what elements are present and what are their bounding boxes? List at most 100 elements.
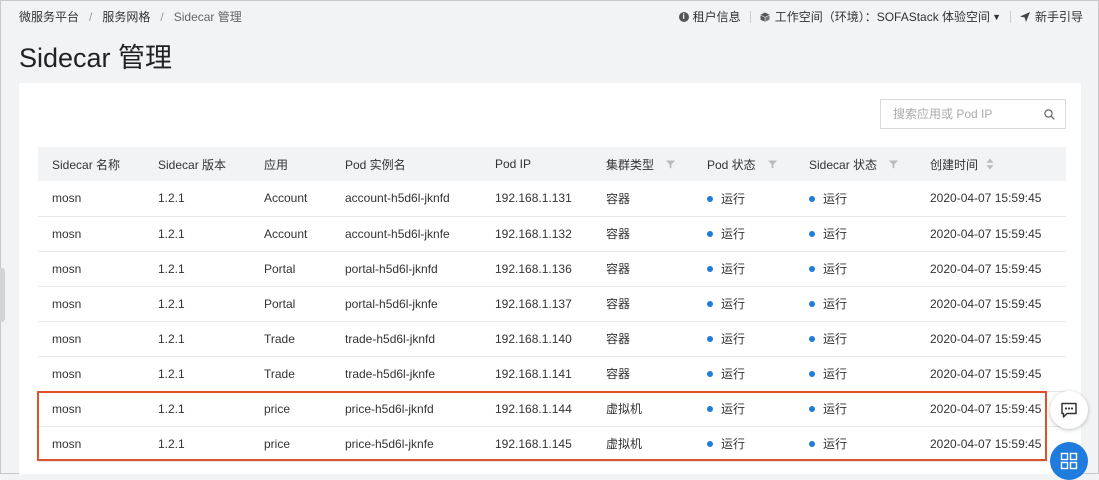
cell-sidecar-status: 运行 [795, 356, 916, 392]
cell-sidecar-status: 运行 [795, 251, 916, 287]
workspace-selector[interactable]: 工作空间（环境）： SOFAStack 体验空间 ▼ [760, 8, 1001, 25]
status-dot-icon [707, 195, 713, 202]
cell-sidecar-version: 1.2.1 [144, 216, 250, 252]
column-header-pod-status: Pod 状态 [693, 147, 795, 181]
cell-pod-name: portal-h5d6l-jknfd [331, 251, 481, 287]
cell-created-time: 2020-04-07 15:59:45 [916, 286, 1066, 322]
apps-icon [1060, 452, 1078, 470]
side-panel-handle[interactable] [0, 268, 5, 322]
status-dot-icon [809, 440, 815, 447]
cell-app: price [250, 391, 331, 427]
column-header-pod-name: Pod 实例名 [331, 147, 481, 181]
cell-sidecar-version: 1.2.1 [144, 391, 250, 427]
cube-icon [760, 12, 770, 22]
cell-sidecar-name: mosn [38, 356, 144, 392]
status-dot-icon [707, 265, 713, 272]
cell-pod-name: portal-h5d6l-jknfe [331, 286, 481, 322]
cell-pod-ip: 192.168.1.141 [481, 356, 592, 392]
cell-cluster-type: 容器 [592, 181, 693, 217]
cell-pod-status: 运行 [693, 391, 795, 427]
column-header-pod-ip: Pod IP [481, 147, 592, 181]
tenant-info-link[interactable]: i 租户信息 [678, 8, 741, 25]
status-dot-icon [809, 265, 815, 272]
cell-pod-status: 运行 [693, 181, 795, 217]
table-row[interactable]: mosn 1.2.1 Account account-h5d6l-jknfe 192.1… [38, 216, 1066, 252]
cell-pod-ip: 192.168.1.144 [481, 391, 592, 427]
status-dot-icon [809, 405, 815, 412]
breadcrumb-separator: / [160, 9, 164, 24]
cell-pod-ip: 192.168.1.145 [481, 426, 592, 462]
status-dot-icon [707, 300, 713, 307]
cell-app: Portal [250, 286, 331, 322]
breadcrumb: 微服务平台 / 服务网格 / Sidecar 管理 [19, 8, 242, 25]
cell-created-time: 2020-04-07 15:59:45 [916, 321, 1066, 357]
cell-sidecar-version: 1.2.1 [144, 251, 250, 287]
cell-sidecar-version: 1.2.1 [144, 356, 250, 392]
breadcrumb-item-service-mesh[interactable]: 服务网格 [102, 8, 150, 25]
column-header-sidecar-name: Sidecar 名称 [38, 147, 144, 181]
breadcrumb-separator: / [89, 9, 93, 24]
cell-pod-name: account-h5d6l-jknfe [331, 216, 481, 252]
column-header-app: 应用 [250, 147, 331, 181]
cell-sidecar-name: mosn [38, 216, 144, 252]
table-row[interactable]: mosn 1.2.1 Portal portal-h5d6l-jknfd 192.168… [38, 251, 1066, 287]
cell-sidecar-status: 运行 [795, 321, 916, 357]
cell-app: Account [250, 181, 331, 217]
search-input[interactable] [891, 106, 1044, 122]
cell-cluster-type: 容器 [592, 216, 693, 252]
cell-pod-ip: 192.168.1.137 [481, 286, 592, 322]
cell-pod-status: 运行 [693, 216, 795, 252]
cell-created-time: 2020-04-07 15:59:45 [916, 181, 1066, 217]
cell-sidecar-name: mosn [38, 391, 144, 427]
cell-pod-status: 运行 [693, 251, 795, 287]
table-row[interactable]: mosn 1.2.1 Account account-h5d6l-jknfd 192.1… [38, 181, 1066, 217]
send-icon [1019, 11, 1030, 22]
cell-created-time: 2020-04-07 15:59:45 [916, 426, 1066, 462]
cell-cluster-type: 容器 [592, 321, 693, 357]
chat-icon [1061, 402, 1077, 418]
info-circle-icon: i [678, 11, 689, 22]
search-box [880, 99, 1066, 129]
cell-pod-ip: 192.168.1.132 [481, 216, 592, 252]
workspace-value: SOFAStack 体验空间 [876, 10, 991, 24]
cell-app: Account [250, 216, 331, 252]
search-icon[interactable] [1044, 108, 1055, 120]
cell-sidecar-name: mosn [38, 181, 144, 217]
cell-sidecar-version: 1.2.1 [144, 181, 250, 217]
cell-sidecar-status: 运行 [795, 426, 916, 462]
apps-button[interactable] [1050, 442, 1088, 480]
cell-app: Portal [250, 251, 331, 287]
sort-icon[interactable] [986, 158, 994, 170]
cell-app: price [250, 426, 331, 462]
cell-sidecar-name: mosn [38, 426, 144, 462]
caret-down-icon: ▼ [992, 11, 1001, 22]
cell-pod-status: 运行 [693, 321, 795, 357]
chat-button[interactable] [1050, 391, 1088, 429]
cell-sidecar-name: mosn [38, 286, 144, 322]
cell-pod-name: trade-h5d6l-jknfd [331, 321, 481, 357]
filter-icon[interactable] [666, 159, 676, 169]
status-dot-icon [707, 335, 713, 342]
cell-sidecar-status: 运行 [795, 286, 916, 322]
table-row[interactable]: mosn 1.2.1 Portal portal-h5d6l-jknfe 192.168… [38, 286, 1066, 322]
cell-created-time: 2020-04-07 15:59:45 [916, 356, 1066, 392]
cell-cluster-type: 虚拟机 [592, 426, 693, 462]
status-dot-icon [809, 230, 815, 237]
table-row[interactable]: mosn 1.2.1 Trade trade-h5d6l-jknfd 192.168.1… [38, 321, 1066, 357]
status-dot-icon [707, 370, 713, 377]
cell-pod-ip: 192.168.1.140 [481, 321, 592, 357]
main-card: Sidecar 名称 Sidecar 版本 应用 Pod 实例名 Pod IP … [19, 83, 1081, 474]
table-row[interactable]: mosn 1.2.1 price price-h5d6l-jknfd 192.168.1… [38, 391, 1066, 427]
cell-created-time: 2020-04-07 15:59:45 [916, 251, 1066, 287]
guide-link[interactable]: 新手引导 [1019, 8, 1083, 25]
cell-cluster-type: 容器 [592, 356, 693, 392]
cell-cluster-type: 容器 [592, 286, 693, 322]
status-dot-icon [707, 405, 713, 412]
column-header-created-time: 创建时间 [916, 147, 1066, 181]
cell-cluster-type: 容器 [592, 251, 693, 287]
filter-icon[interactable] [889, 159, 899, 169]
table-row[interactable]: mosn 1.2.1 price price-h5d6l-jknfe 192.168.1… [38, 426, 1066, 462]
table-row[interactable]: mosn 1.2.1 Trade trade-h5d6l-jknfe 192.168.1… [38, 356, 1066, 392]
breadcrumb-item-microservice[interactable]: 微服务平台 [19, 8, 79, 25]
filter-icon[interactable] [767, 159, 777, 169]
